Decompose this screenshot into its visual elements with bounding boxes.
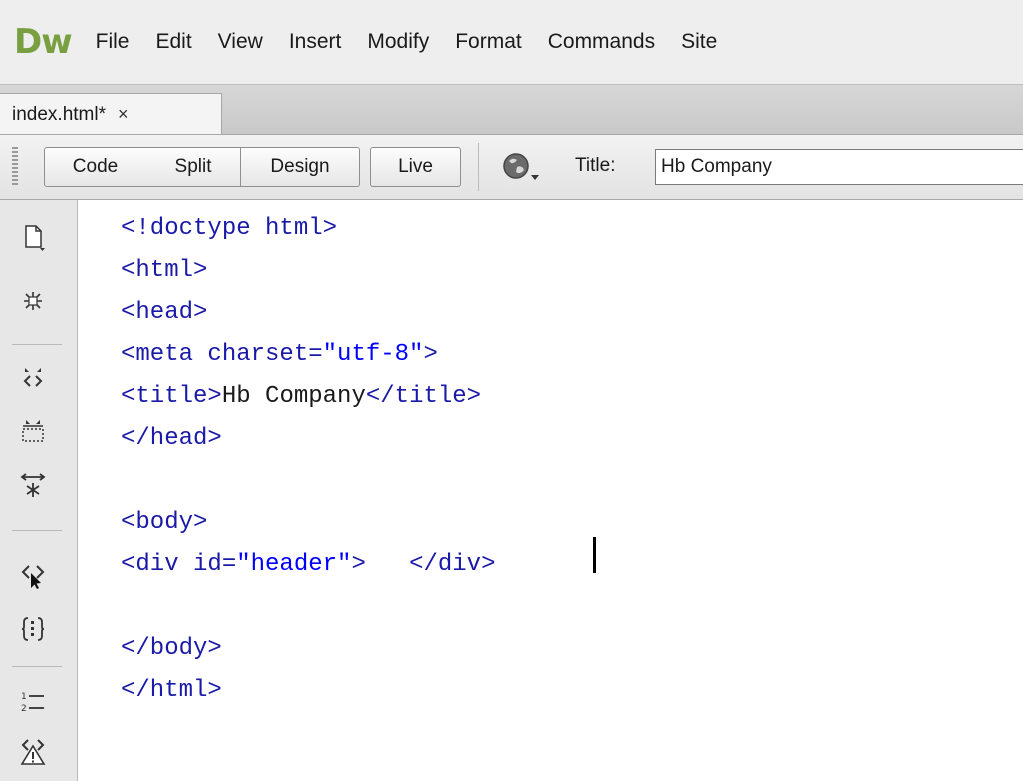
code-line: <!doctype html> [121, 215, 338, 242]
toolbar-divider [478, 143, 479, 191]
toolbar-separator [12, 666, 62, 667]
code-line: <html> [121, 257, 208, 284]
code-text: Hb Company [221, 383, 366, 410]
code-line: </html> [121, 677, 222, 704]
toolbar-grip-handle[interactable] [12, 147, 18, 187]
line-numbers-icon[interactable]: 12 [16, 684, 50, 718]
collapse-outside-selection-icon[interactable] [16, 414, 50, 448]
highlight-invalid-code-icon[interactable] [16, 734, 50, 768]
collapse-full-tag-icon[interactable] [16, 284, 50, 318]
coding-toolbar: 12 [0, 200, 78, 781]
code-line: </body> [121, 635, 222, 662]
code-tag: <title> [121, 383, 222, 410]
menu-insert[interactable]: Insert [289, 30, 342, 54]
globe-preview-icon[interactable] [500, 151, 542, 183]
expand-all-icon[interactable] [16, 468, 50, 502]
code-line: <head> [121, 299, 208, 326]
code-tag: <meta charset= [121, 341, 323, 368]
code-attribute-value: "utf-8" [322, 341, 424, 368]
menu-modify[interactable]: Modify [367, 30, 429, 54]
toolbar-separator [12, 530, 62, 531]
collapse-selection-icon[interactable] [16, 360, 50, 394]
open-documents-icon[interactable] [16, 220, 50, 254]
document-tab[interactable]: index.html* × [0, 93, 222, 135]
live-view-button[interactable]: Live [370, 147, 461, 187]
code-line: <div id="header"> </div> [121, 548, 495, 582]
menu-file[interactable]: File [96, 30, 130, 54]
title-label: Title: [575, 155, 616, 176]
document-tab-bar: index.html* × [0, 84, 1023, 135]
code-editor[interactable]: <!doctype html> <html> <head> <meta char… [79, 200, 1023, 781]
code-view-button[interactable]: Code [44, 147, 147, 187]
code-line: </head> [121, 425, 222, 452]
toolbar-separator [12, 344, 62, 345]
code-line: <meta charset="utf-8"> [121, 338, 438, 372]
dreamweaver-logo: Dw [14, 22, 73, 62]
code-attribute-value: "header" [236, 551, 352, 578]
code-tag: <div id= [121, 551, 237, 578]
document-title-input[interactable] [655, 149, 1023, 185]
menu-view[interactable]: View [218, 30, 263, 54]
svg-text:1: 1 [21, 692, 27, 702]
code-line: <body> [121, 509, 208, 536]
text-caret [593, 537, 596, 573]
code-tag: </title> [365, 383, 482, 410]
design-view-button[interactable]: Design [241, 147, 360, 187]
document-toolbar: Code Split Design Live Title: [0, 134, 1023, 200]
document-tab-label: index.html* [12, 103, 106, 125]
menu-edit[interactable]: Edit [155, 30, 191, 54]
menu-bar: Dw File Edit View Insert Modify Format C… [0, 0, 1023, 84]
code-tag: > [351, 551, 366, 578]
code-tag: > [423, 341, 438, 368]
menu-format[interactable]: Format [455, 30, 522, 54]
menu-site[interactable]: Site [681, 30, 717, 54]
split-view-button[interactable]: Split [146, 147, 241, 187]
svg-text:2: 2 [21, 704, 27, 714]
code-line: <title>Hb Company</title> [121, 380, 481, 414]
close-icon[interactable]: × [118, 104, 129, 125]
code-tag: </div> [409, 551, 496, 578]
balance-braces-icon[interactable] [16, 612, 50, 646]
select-parent-tag-icon[interactable] [16, 558, 50, 592]
menu-commands[interactable]: Commands [548, 30, 655, 54]
